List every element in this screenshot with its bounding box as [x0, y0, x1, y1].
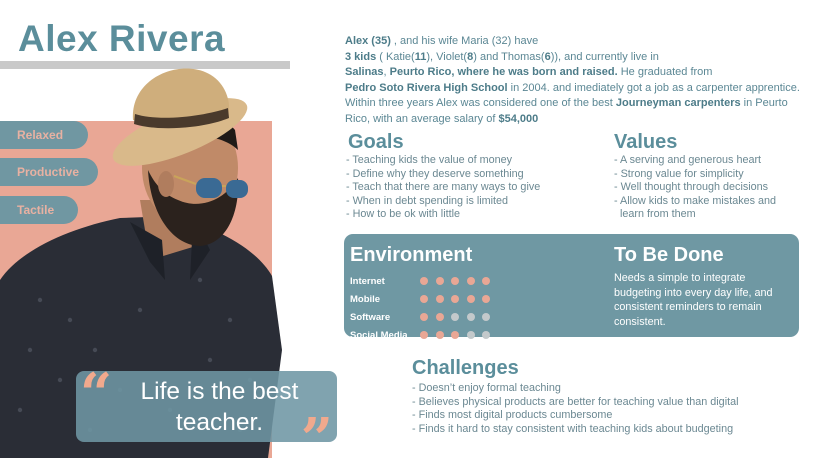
list-item: - Doesn’t enjoy formal teaching: [412, 382, 561, 394]
rating-dot-filled: [420, 295, 428, 303]
rating-dots: [420, 290, 498, 308]
rating-dot-filled: [451, 331, 460, 339]
list-item: - When in debt spending is limited: [346, 194, 509, 207]
environment-rows: Internet Mobile Software Social Media: [350, 272, 498, 344]
env-row-mobile: Mobile: [350, 290, 498, 308]
rating-dot-filled: [435, 295, 444, 303]
rating-dot-filled: [466, 295, 475, 303]
env-label: Software: [350, 311, 391, 323]
list-item: - Strong value for simplicity: [614, 167, 744, 180]
env-label: Social Media: [350, 329, 408, 341]
rating-dot-filled: [451, 277, 460, 285]
list-item: - Teaching kids the value of money: [346, 154, 513, 166]
list-item: - Define why they deserve something: [346, 167, 524, 180]
open-quote-icon: “: [80, 361, 113, 427]
rating-dot-filled: [451, 295, 460, 303]
to-be-done-text: Needs a simple to integrate budgeting in…: [614, 272, 773, 328]
rating-dot-empty: [451, 313, 460, 321]
to-be-done-title: To Be Done: [614, 244, 724, 266]
rating-dot-empty: [466, 313, 475, 321]
rating-dots: [420, 272, 498, 290]
quote-text: Life is the best teacher.: [140, 378, 299, 436]
values-list: - A serving and generous heart - Strong …: [614, 154, 776, 222]
list-item: - How to be ok with little: [346, 208, 461, 221]
rating-dot-empty: [482, 313, 491, 321]
list-item: - Well thought through decisions: [614, 181, 769, 194]
rating-dots: [420, 308, 498, 326]
env-label: Mobile: [350, 293, 381, 305]
goals-title: Goals: [348, 131, 404, 153]
rating-dot-empty: [466, 331, 475, 339]
rating-dot-filled: [420, 331, 428, 339]
env-label: Internet: [350, 275, 385, 287]
rating-dot-filled: [420, 313, 428, 321]
challenges-list: - Doesn’t enjoy formal teaching - Believ…: [412, 382, 739, 436]
environment-panel: Environment Internet Mobile Software Soc…: [344, 234, 799, 341]
list-item: learn from them: [614, 208, 696, 221]
list-item: - Believes physical products are better …: [412, 395, 739, 408]
rating-dot-filled: [420, 277, 428, 285]
env-row-software: Software: [350, 308, 498, 326]
env-row-internet: Internet: [350, 272, 498, 290]
rating-dot-empty: [482, 331, 491, 339]
list-item: - A serving and generous heart: [614, 154, 762, 166]
list-item: - Finds most digital products cumbersome: [412, 409, 613, 422]
rating-dot-filled: [482, 277, 491, 285]
rating-dot-filled: [435, 313, 444, 321]
goals-list: - Teaching kids the value of money - Def…: [346, 154, 540, 222]
rating-dot-filled: [435, 277, 444, 285]
bio-paragraph: Alex (35) , and his wife Maria (32) have…: [345, 35, 800, 125]
rating-dot-filled: [435, 331, 444, 339]
environment-title: Environment: [350, 244, 473, 266]
rating-dot-filled: [466, 277, 475, 285]
env-row-social-media: Social Media: [350, 326, 498, 344]
rating-dot-filled: [482, 295, 491, 303]
close-quote-icon: ”: [300, 406, 333, 472]
list-item: - Finds it hard to stay consistent with …: [412, 422, 734, 435]
quote-box: “ Life is the best teacher. ”: [76, 366, 337, 467]
challenges-title: Challenges: [412, 357, 519, 379]
rating-dots: [420, 326, 498, 344]
values-title: Values: [614, 131, 678, 153]
list-item: - Allow kids to make mistakes and: [614, 194, 777, 207]
list-item: - Teach that there are many ways to give: [346, 181, 541, 194]
